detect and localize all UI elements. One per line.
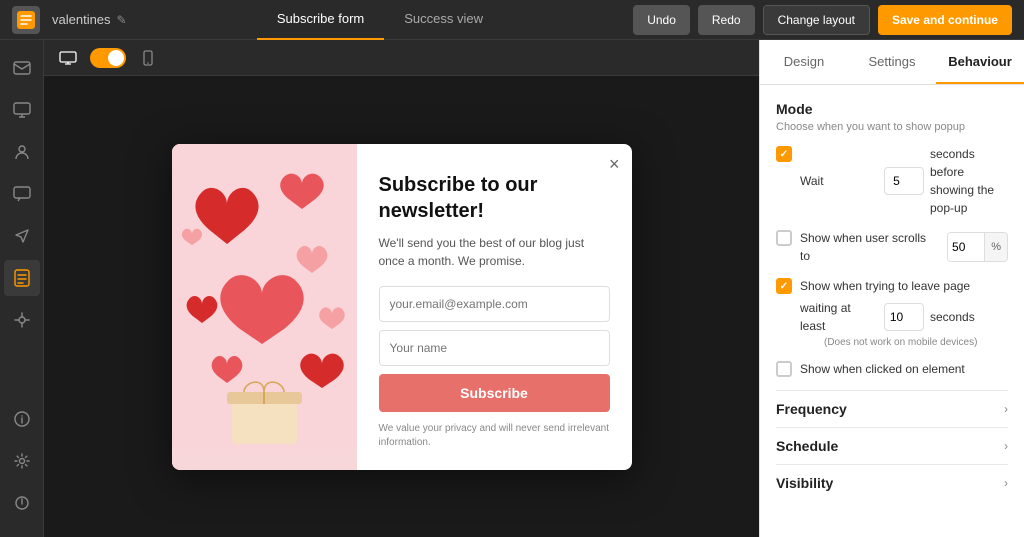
seconds-label: seconds (930, 308, 1008, 326)
edit-project-name-icon[interactable]: ✎ (117, 13, 127, 27)
sidebar-item-send[interactable] (4, 218, 40, 254)
toggle-switch[interactable] (90, 48, 126, 68)
panel-body: Mode Choose when you want to show popup … (760, 85, 1024, 537)
frequency-section[interactable]: Frequency › (776, 390, 1008, 427)
toggle-knob (108, 50, 124, 66)
desktop-device-button[interactable] (56, 46, 80, 70)
visibility-title: Visibility (776, 475, 833, 491)
email-input[interactable] (379, 286, 610, 322)
click-element-checkbox[interactable] (776, 361, 792, 377)
scroll-pct-label: % (984, 233, 1007, 261)
sidebar-item-plugins[interactable] (4, 302, 40, 338)
tab-behaviour[interactable]: Behaviour (936, 40, 1024, 84)
scroll-label: Show when user scrolls to (800, 229, 939, 265)
click-element-row: Show when clicked on element (776, 360, 1008, 378)
visibility-chevron-icon: › (1004, 476, 1008, 490)
scroll-pct-box: % (947, 232, 1008, 262)
popup-close-button[interactable]: × (609, 154, 620, 175)
sidebar-item-monitor[interactable] (4, 92, 40, 128)
topbar: valentines ✎ Subscribe form Success view… (0, 0, 1024, 40)
mobile-device-button[interactable] (136, 46, 160, 70)
hearts-background (172, 144, 357, 470)
scroll-row: Show when user scrolls to % (776, 229, 1008, 265)
frequency-title: Frequency (776, 401, 847, 417)
schedule-chevron-icon: › (1004, 439, 1008, 453)
tab-success-view[interactable]: Success view (384, 0, 503, 40)
wait-checkbox[interactable]: ✓ (776, 146, 792, 162)
wait-row: ✓ Wait seconds before showing the pop-up (776, 145, 1008, 217)
app-logo (12, 6, 40, 34)
frequency-chevron-icon: › (1004, 402, 1008, 416)
project-name-container: valentines ✎ (52, 12, 127, 27)
mode-title: Mode (776, 101, 1008, 117)
leave-page-checkbox[interactable]: ✓ (776, 278, 792, 294)
popup-description: We'll send you the best of our blog just… (379, 234, 610, 270)
schedule-title: Schedule (776, 438, 838, 454)
name-input[interactable] (379, 330, 610, 366)
mode-section: Mode Choose when you want to show popup … (776, 101, 1008, 378)
click-element-label: Show when clicked on element (800, 360, 1008, 378)
waiting-least-label: waiting at least (800, 299, 878, 335)
leave-page-row: ✓ Show when trying to leave page waiting… (776, 277, 1008, 348)
tab-design[interactable]: Design (760, 40, 848, 84)
popup-title: Subscribe to our newsletter! (379, 172, 610, 224)
privacy-text: We value your privacy and will never sen… (379, 422, 610, 450)
redo-button[interactable]: Redo (698, 5, 755, 35)
wait-value-input[interactable] (884, 167, 924, 195)
visibility-section[interactable]: Visibility › (776, 464, 1008, 501)
panel-tabs: Design Settings Behaviour (760, 40, 1024, 85)
undo-button[interactable]: Undo (633, 5, 690, 35)
sidebar-item-settings[interactable] (4, 443, 40, 479)
sidebar-item-power[interactable] (4, 485, 40, 521)
leave-page-label: Show when trying to leave page (800, 279, 970, 293)
mode-subtitle: Choose when you want to show popup (776, 121, 1008, 133)
subscribe-button[interactable]: Subscribe (379, 374, 610, 412)
canvas-area: × (44, 40, 759, 537)
tab-settings[interactable]: Settings (848, 40, 936, 84)
topbar-actions: Undo Redo Change layout Save and continu… (633, 5, 1012, 35)
popup-content: Subscribe to our newsletter! We'll send … (357, 144, 632, 470)
popup-modal: × (172, 144, 632, 470)
no-mobile-note: (Does not work on mobile devices) (824, 337, 1008, 348)
sidebar-item-contacts[interactable] (4, 134, 40, 170)
wait-check-icon: ✓ (780, 149, 788, 160)
wait-suffix: seconds before showing the pop-up (930, 145, 1008, 217)
scroll-checkbox[interactable] (776, 230, 792, 246)
save-continue-button[interactable]: Save and continue (878, 5, 1012, 35)
sidebar-item-email[interactable] (4, 50, 40, 86)
waiting-least-input[interactable] (884, 303, 924, 331)
schedule-section[interactable]: Schedule › (776, 427, 1008, 464)
leave-check-icon: ✓ (780, 281, 788, 292)
wait-input-row: Wait seconds before showing the pop-up (800, 145, 1008, 217)
main-layout: × (0, 40, 1024, 537)
popup-image (172, 144, 357, 470)
sidebar-bottom (4, 401, 40, 527)
project-name-text: valentines (52, 12, 111, 27)
left-sidebar (0, 40, 44, 537)
tab-subscribe-form[interactable]: Subscribe form (257, 0, 384, 40)
canvas-content: × (44, 76, 759, 537)
change-layout-button[interactable]: Change layout (763, 5, 870, 35)
scroll-value-input[interactable] (948, 233, 984, 261)
sidebar-item-info[interactable] (4, 401, 40, 437)
right-panel: Design Settings Behaviour Mode Choose wh… (759, 40, 1024, 537)
canvas-toolbar (44, 40, 759, 76)
topbar-tabs: Subscribe form Success view (257, 0, 503, 40)
sidebar-item-forms[interactable] (4, 260, 40, 296)
wait-label: Wait (800, 172, 878, 190)
sidebar-item-chat[interactable] (4, 176, 40, 212)
